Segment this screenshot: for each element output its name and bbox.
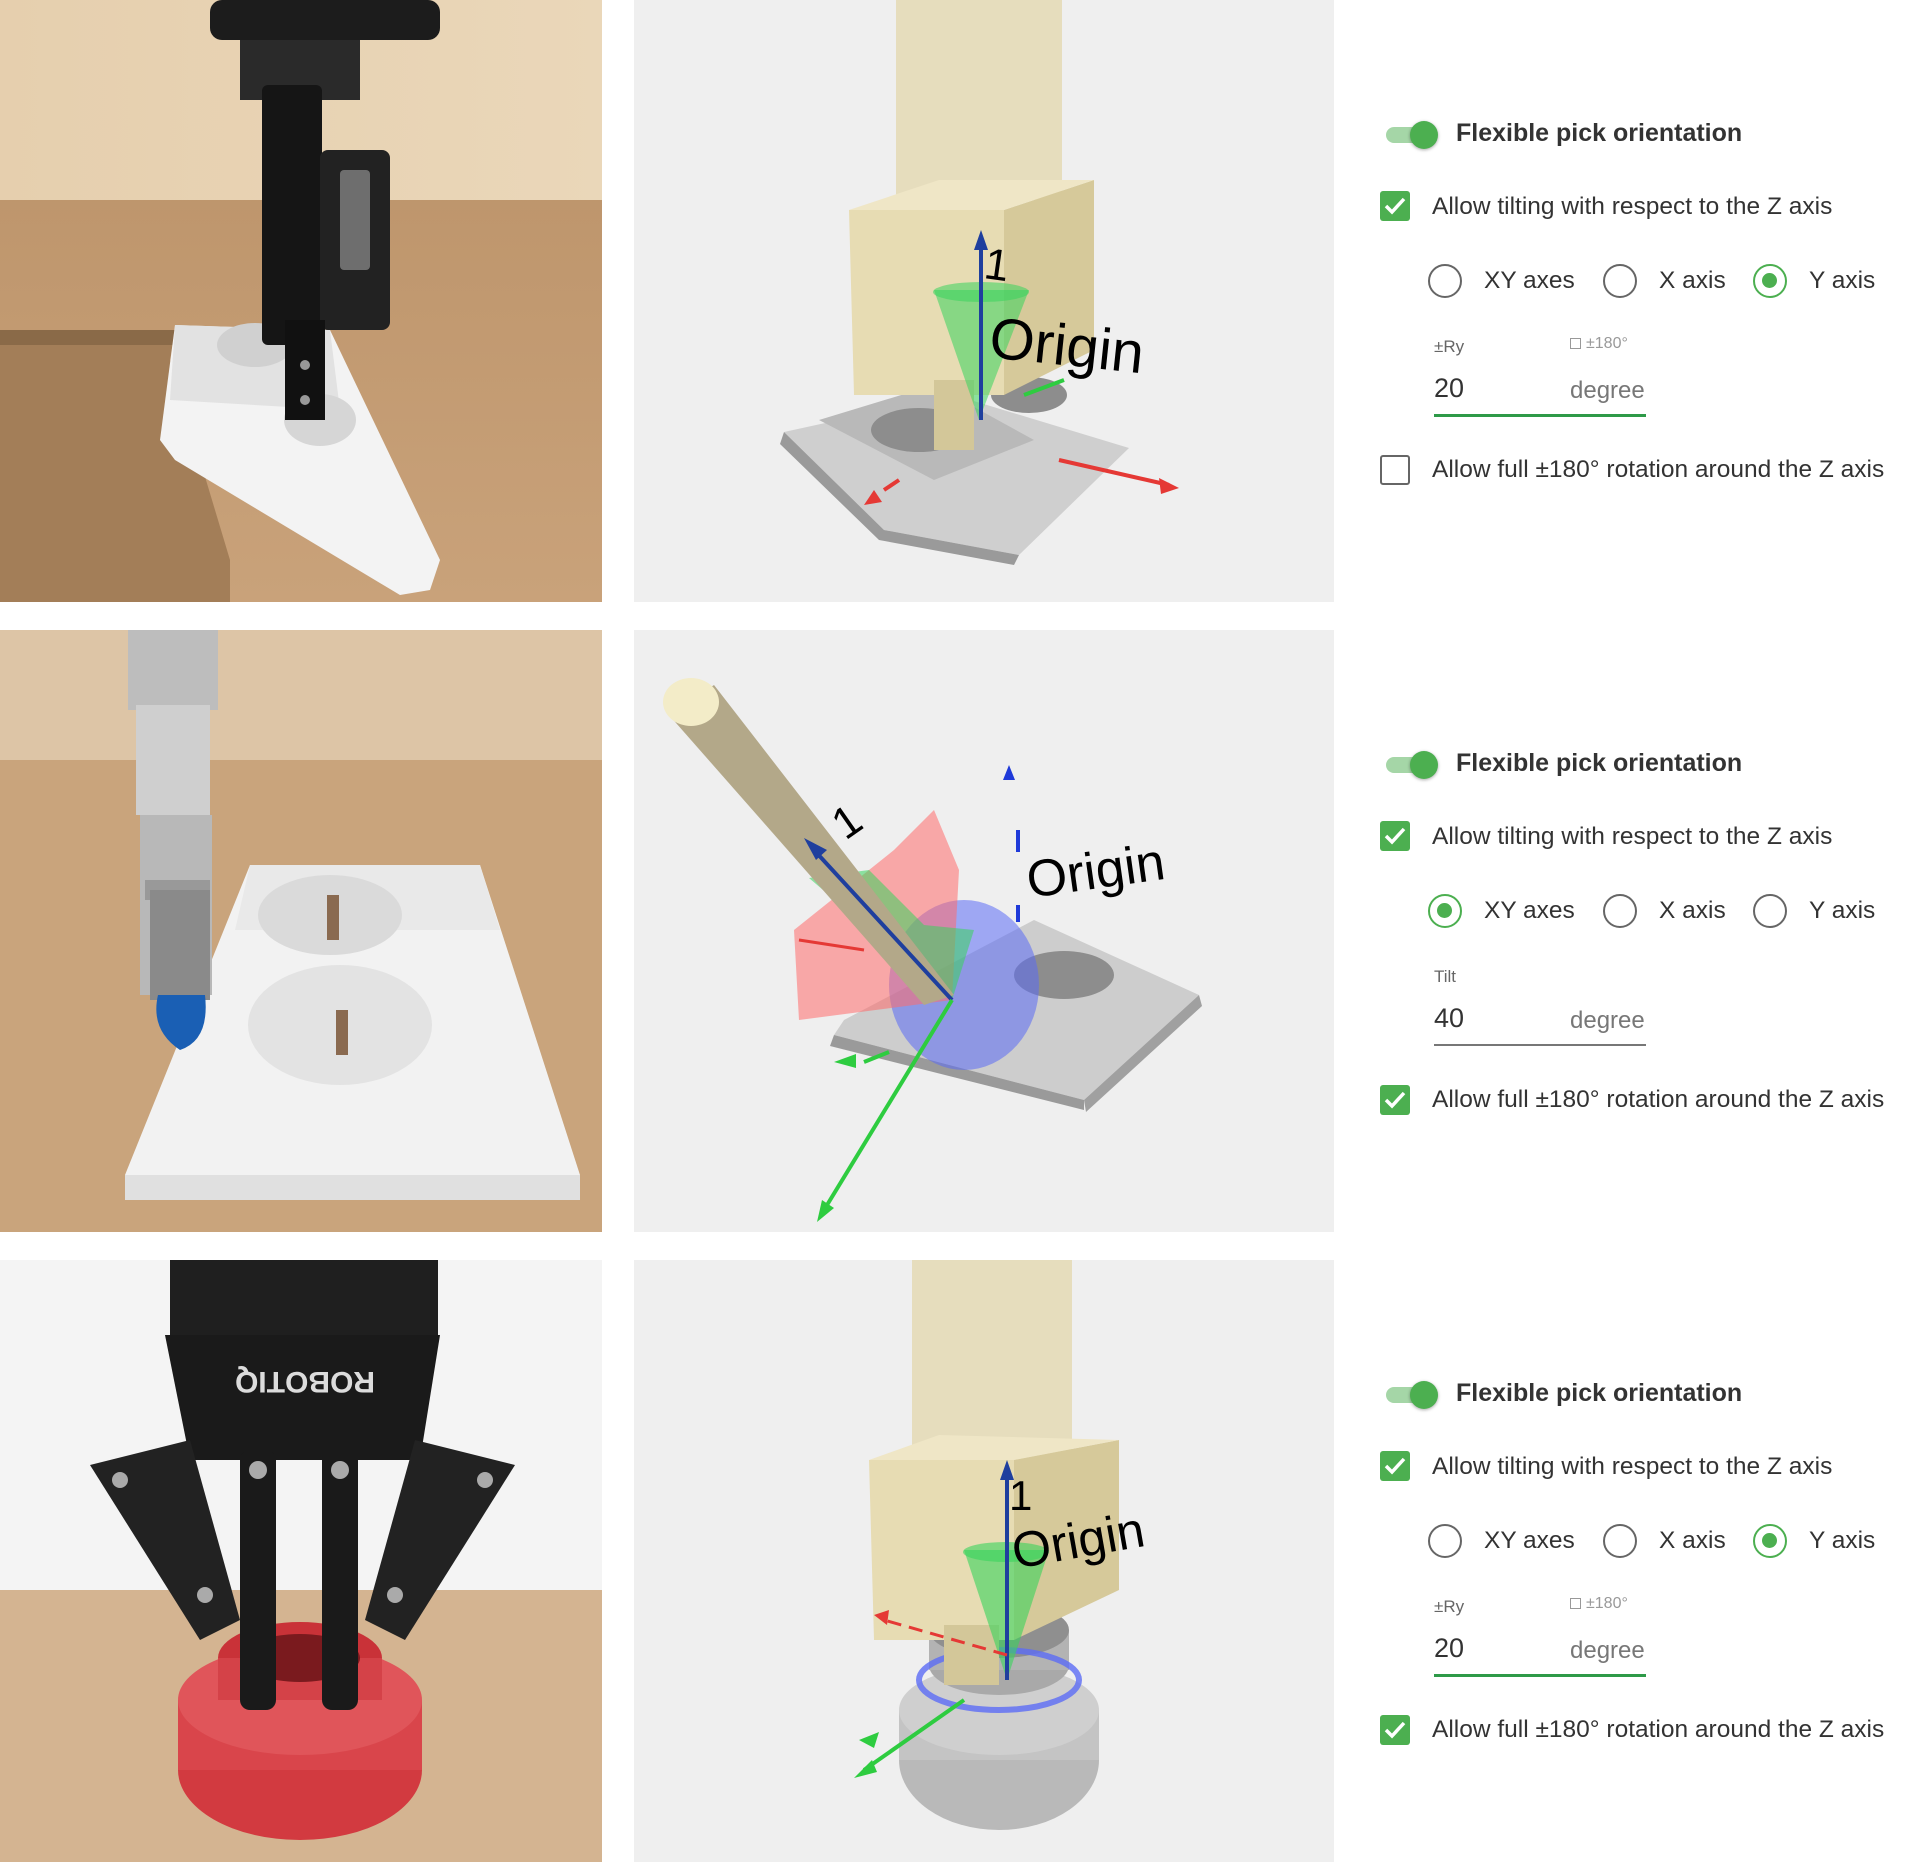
checkmark-icon bbox=[1384, 197, 1406, 215]
radio-y-axis-label: Y axis bbox=[1809, 897, 1876, 924]
allow-tilting-checkbox[interactable] bbox=[1380, 1451, 1410, 1481]
radio-xy-axes-label: XY axes bbox=[1484, 267, 1575, 294]
flexible-pick-label: Flexible pick orientation bbox=[1456, 749, 1743, 777]
radio-x-axis-label: X axis bbox=[1659, 1527, 1726, 1554]
mini-checkbox-box bbox=[1570, 1598, 1581, 1609]
example-row-3: ROBOTIQ 1 Origin Flexible pick orientati… bbox=[0, 1260, 1919, 1862]
flexible-pick-label: Flexible pick orientation bbox=[1456, 1379, 1743, 1407]
full-rotation-checkbox[interactable] bbox=[1380, 455, 1410, 485]
tilt-field-label: Tilt bbox=[1434, 967, 1457, 986]
radio-xy-axes[interactable] bbox=[1428, 264, 1462, 298]
full-range-mini-label: ±180° bbox=[1586, 1595, 1628, 1612]
flexible-pick-toggle[interactable] bbox=[1380, 1377, 1438, 1411]
ry-field-label: ±Ry bbox=[1434, 1597, 1465, 1616]
degree-unit-label: degree bbox=[1570, 1637, 1645, 1664]
checkmark-icon bbox=[1384, 1091, 1406, 1109]
full-range-mini-checkbox[interactable]: ±180° bbox=[1570, 335, 1628, 353]
allow-tilting-checkbox[interactable] bbox=[1380, 821, 1410, 851]
example-row-1: 1 Origin Flexible pick orientation Allow… bbox=[0, 0, 1919, 602]
tilt-field-underline bbox=[1434, 1044, 1646, 1046]
radio-x-axis[interactable] bbox=[1603, 264, 1637, 298]
radio-xy-axes-label: XY axes bbox=[1484, 897, 1575, 924]
radio-y-axis[interactable] bbox=[1753, 264, 1787, 298]
full-rotation-checkbox[interactable] bbox=[1380, 1085, 1410, 1115]
tool-number-label: 1 bbox=[1009, 1472, 1032, 1519]
example-row-2: 1 Origin Flexible pick orientation Allow… bbox=[0, 630, 1919, 1232]
gripper-on-tilted-socket-photo bbox=[0, 0, 602, 602]
radio-xy-axes[interactable] bbox=[1428, 894, 1462, 928]
radio-y-axis[interactable] bbox=[1753, 894, 1787, 928]
radio-y-axis-label: Y axis bbox=[1809, 267, 1876, 294]
checkmark-icon bbox=[1384, 1457, 1406, 1475]
degree-unit-label: degree bbox=[1570, 377, 1645, 404]
full-rotation-label: Allow full ±180° rotation around the Z a… bbox=[1432, 1716, 1885, 1743]
radio-x-axis[interactable] bbox=[1603, 894, 1637, 928]
full-rotation-label: Allow full ±180° rotation around the Z a… bbox=[1432, 456, 1885, 483]
robotiq-logo-text: ROBOTIQ bbox=[235, 1365, 375, 1398]
degree-unit-label: degree bbox=[1570, 1007, 1645, 1034]
ry-value-input[interactable]: 20 bbox=[1434, 1633, 1464, 1664]
ry-field-label: ±Ry bbox=[1434, 337, 1465, 356]
ry-field-underline bbox=[1434, 1674, 1646, 1677]
flexible-pick-label: Flexible pick orientation bbox=[1456, 119, 1743, 147]
toggle-thumb bbox=[1410, 1381, 1438, 1409]
radio-x-axis-label: X axis bbox=[1659, 897, 1726, 924]
allow-tilting-label: Allow tilting with respect to the Z axis bbox=[1432, 193, 1833, 220]
radio-xy-axes-label: XY axes bbox=[1484, 1527, 1575, 1554]
origin-label: Origin bbox=[1023, 833, 1168, 910]
toggle-thumb bbox=[1410, 121, 1438, 149]
full-range-mini-label: ±180° bbox=[1586, 335, 1628, 352]
ry-value-input[interactable]: 20 bbox=[1434, 373, 1464, 404]
radio-xy-axes[interactable] bbox=[1428, 1524, 1462, 1558]
flexible-pick-toggle[interactable] bbox=[1380, 117, 1438, 151]
allow-tilting-label: Allow tilting with respect to the Z axis bbox=[1432, 823, 1833, 850]
pick-pose-3d-viewport[interactable]: 1 Origin bbox=[634, 0, 1334, 602]
robotiq-gripper-on-red-part-photo: ROBOTIQ bbox=[0, 1260, 602, 1862]
tilt-value-input[interactable]: 40 bbox=[1434, 1003, 1464, 1034]
radio-x-axis[interactable] bbox=[1603, 1524, 1637, 1558]
pick-pose-3d-viewport[interactable]: 1 Origin bbox=[634, 630, 1334, 1232]
toggle-thumb bbox=[1410, 751, 1438, 779]
allow-tilting-label: Allow tilting with respect to the Z axis bbox=[1432, 1453, 1833, 1480]
pick-orientation-settings: Flexible pick orientation Allow tilting … bbox=[1370, 0, 1919, 602]
pick-pose-3d-viewport[interactable]: 1 Origin bbox=[634, 1260, 1334, 1862]
allow-tilting-checkbox[interactable] bbox=[1380, 191, 1410, 221]
full-rotation-label: Allow full ±180° rotation around the Z a… bbox=[1432, 1086, 1885, 1113]
suction-cup-on-socket-photo bbox=[0, 630, 602, 1232]
full-rotation-checkbox[interactable] bbox=[1380, 1715, 1410, 1745]
ry-field-underline bbox=[1434, 414, 1646, 417]
pick-orientation-settings: Flexible pick orientation Allow tilting … bbox=[1370, 1260, 1919, 1862]
radio-y-axis[interactable] bbox=[1753, 1524, 1787, 1558]
checkmark-icon bbox=[1384, 1721, 1406, 1739]
radio-x-axis-label: X axis bbox=[1659, 267, 1726, 294]
checkmark-icon bbox=[1384, 827, 1406, 845]
radio-y-axis-label: Y axis bbox=[1809, 1527, 1876, 1554]
flexible-pick-toggle[interactable] bbox=[1380, 747, 1438, 781]
pick-orientation-settings: Flexible pick orientation Allow tilting … bbox=[1370, 630, 1919, 1232]
full-range-mini-checkbox[interactable]: ±180° bbox=[1570, 1595, 1628, 1613]
mini-checkbox-box bbox=[1570, 338, 1581, 349]
